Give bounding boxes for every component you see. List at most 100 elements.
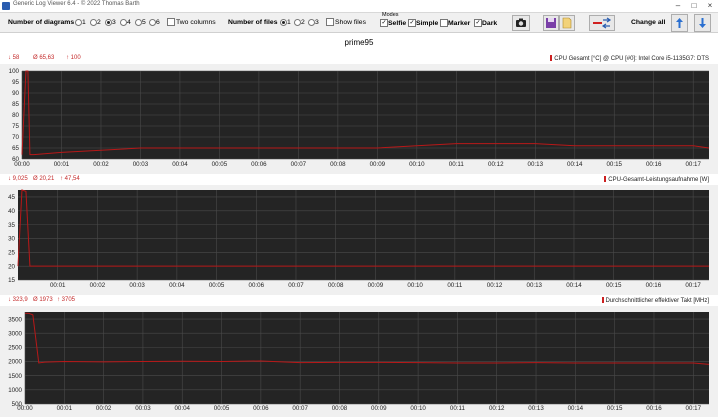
max-value: ↑ 100 [66,55,81,61]
clock-chart: 50010001500200025003000350000:00 00:01 00:… [8,312,710,412]
x-tick-label: 00:07 [288,282,304,289]
x-tick-label: 00:07 [291,161,307,168]
diagram-option-label: 4 [127,19,131,26]
sensor-selector[interactable]: CPU-Gesamt-Leistungsaufnahme [W] [604,176,709,183]
max-value: ↑ 3705 [57,297,76,303]
min-value: ↓ 9,025 [8,176,28,182]
simple-checkbox[interactable]: ✓ [408,19,416,27]
power-chart: 15 20 25 30 35 40 45 00:01 00:02 00:03 00:04 00:05 0… [8,189,709,289]
camera-button[interactable] [512,15,530,31]
save-button[interactable] [543,15,559,31]
minimize-icon[interactable]: – [670,0,686,12]
y-tick-label: 65 [12,145,19,152]
two-columns-checkbox[interactable] [167,18,175,26]
sensor-selector[interactable]: CPU Gesamt [°C] @ CPU [#0]: Intel Core i… [550,55,709,62]
x-tick-label: 00:05 [214,405,230,412]
diagram-radio-5[interactable] [135,19,142,26]
file-radio-3[interactable] [308,19,315,26]
y-tick-label: 100 [9,68,20,75]
diagram-radio-4[interactable] [120,19,127,26]
x-tick-label: 00:10 [409,161,425,168]
file-radio-1[interactable] [280,19,287,26]
camera-icon [516,18,526,27]
diagram-option-label: 1 [82,19,86,26]
marker-checkbox[interactable] [440,19,448,27]
x-tick-label: 00:15 [606,161,622,168]
min-value: ↓ 58 [8,55,20,61]
number-of-files-label: Number of files [228,19,278,26]
y-tick-label: 85 [12,101,19,108]
sensor-label: Durchschnittlicher effektiver Takt [MHz] [605,298,709,304]
sensor-label: CPU-Gesamt-Leistungsaufnahme [W] [608,177,709,183]
marker-label: Marker [448,20,471,27]
open-file-button[interactable] [559,15,575,31]
y-tick-label: 1000 [8,387,22,394]
maximize-icon[interactable]: □ [686,0,702,12]
x-tick-label: 00:03 [133,161,149,168]
y-tick-label: 1500 [8,373,22,380]
x-tick-label: 00:17 [686,405,702,412]
x-tick-label: 00:14 [567,161,583,168]
x-tick-label: 00:03 [129,282,145,289]
x-tick-label: 00:11 [450,405,466,412]
avg-value: Ø 20,21 [33,176,55,182]
arrow-up-button[interactable] [671,14,688,32]
diagram-option-label: 6 [156,19,160,26]
x-tick-label: 00:04 [172,161,188,168]
y-tick-label: 70 [12,134,19,141]
y-tick-label: 95 [12,79,19,86]
two-columns-label: Two columns [176,19,216,26]
x-tick-label: 00:00 [17,405,33,412]
file-option-label: 2 [301,19,305,26]
x-tick-label: 00:03 [135,405,151,412]
page-title-bar: prime95 [0,32,718,54]
x-tick-label: 00:06 [249,282,265,289]
max-value: ↑ 47,54 [60,176,80,182]
diagram-radio-1[interactable] [75,19,82,26]
y-tick-label: 45 [8,194,15,201]
x-tick-label: 00:11 [447,282,463,289]
panel-header: ↓ 9,025 Ø 20,21 ↑ 47,54 CPU-Gesamt-Leist… [0,174,718,185]
toolbar: Number of diagrams 1 2 3 4 5 6 Two colum… [0,12,718,32]
y-tick-label: 15 [8,277,15,284]
x-tick-label: 00:06 [251,161,267,168]
x-tick-label: 00:16 [646,161,662,168]
x-tick-label: 00:04 [169,282,185,289]
y-tick-label: 80 [12,112,19,119]
swap-button[interactable] [589,15,615,31]
x-tick-label: 00:13 [527,282,543,289]
arrow-down-button[interactable] [694,14,711,32]
x-tick-label: 00:08 [328,282,344,289]
x-tick-label: 00:08 [332,405,348,412]
x-tick-label: 00:01 [57,405,73,412]
y-tick-label: 25 [8,250,15,257]
y-tick-label: 2500 [8,345,22,352]
dark-checkbox[interactable]: ✓ [474,19,482,27]
sensor-selector[interactable]: Durchschnittlicher effektiver Takt [MHz] [601,297,709,304]
diagram-radio-6[interactable] [149,19,156,26]
x-tick-label: 00:14 [566,282,582,289]
diagram-radio-2[interactable] [90,19,97,26]
diagram-panel-1: ↓ 58 Ø 65,63 ↑ 100 CPU Gesamt [°C] @ CPU… [0,53,718,173]
x-tick-label: 00:16 [646,405,662,412]
x-tick-label: 00:12 [488,161,504,168]
y-tick-label: 2000 [8,359,22,366]
dark-label: Dark [482,20,498,27]
show-files-checkbox[interactable] [326,18,334,26]
window-titlebar: Generic Log Viewer 6.4 - © 2022 Thomas B… [0,0,718,13]
y-tick-label: 20 [8,263,15,270]
close-icon[interactable]: × [702,0,718,12]
x-tick-label: 00:10 [410,405,426,412]
diagram-radio-3[interactable] [105,19,112,26]
arrow-down-icon [699,18,706,28]
x-tick-label: 00:13 [528,405,544,412]
selfie-checkbox[interactable]: ✓ [380,19,388,27]
file-radio-2[interactable] [294,19,301,26]
save-icon [546,18,556,28]
x-tick-label: 00:13 [528,161,544,168]
x-tick-label: 00:09 [368,282,384,289]
number-of-diagrams-label: Number of diagrams [8,19,75,26]
show-files-label: Show files [335,19,366,26]
diagram-option-label: 3 [112,19,116,26]
x-tick-label: 00:05 [209,282,225,289]
